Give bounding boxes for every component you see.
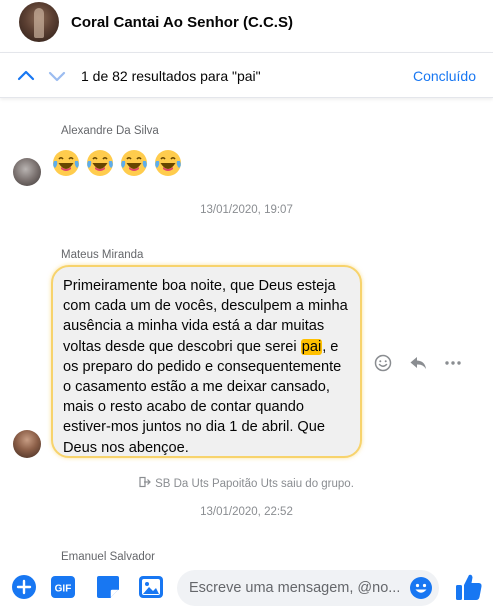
search-result-count: 1 de 82 resultados para "pai"	[81, 68, 261, 84]
avatar[interactable]	[13, 430, 41, 458]
joy-emoji-icon	[121, 150, 147, 176]
more-icon[interactable]	[443, 353, 463, 373]
chevron-down-icon[interactable]	[46, 65, 68, 87]
emoji-message[interactable]	[51, 148, 183, 178]
message-input[interactable]	[189, 570, 399, 606]
chevron-up-icon[interactable]	[15, 65, 37, 87]
emoji-icon[interactable]	[409, 576, 433, 600]
message-text: Primeiramente boa noite, que Deus esteja…	[63, 276, 350, 458]
reply-icon[interactable]	[408, 353, 428, 373]
system-message-text: SB Da Uts Papoitão Uts saiu do grupo.	[155, 478, 354, 490]
message-input-wrapper	[177, 570, 439, 606]
svg-text:GIF: GIF	[55, 584, 72, 595]
plus-circle-icon[interactable]	[11, 574, 37, 600]
leave-group-icon	[139, 476, 151, 488]
chat-header: Coral Cantai Ao Senhor (C.C.S)	[0, 0, 493, 50]
sticker-icon[interactable]	[95, 574, 121, 600]
thumbs-up-icon[interactable]	[455, 572, 483, 602]
joy-emoji-icon	[155, 150, 181, 176]
group-avatar[interactable]	[19, 2, 59, 42]
sender-name: Mateus Miranda	[61, 249, 144, 261]
done-button[interactable]: Concluído	[413, 68, 476, 84]
message-bubble-highlighted[interactable]: Primeiramente boa noite, que Deus esteja…	[51, 265, 362, 458]
message-text-after: , e os preparo do pedido e consequenteme…	[63, 338, 342, 456]
avatar[interactable]	[13, 158, 41, 186]
timestamp: 13/01/2020, 19:07	[200, 204, 293, 216]
gif-icon[interactable]: GIF	[50, 574, 76, 600]
smiley-icon[interactable]	[373, 353, 393, 373]
message-actions	[373, 353, 463, 373]
message-composer: GIF	[0, 562, 493, 613]
joy-emoji-icon	[87, 150, 113, 176]
sender-name: Alexandre Da Silva	[61, 125, 159, 137]
search-results-bar: 1 de 82 resultados para "pai" Concluído	[0, 52, 493, 98]
system-message: SB Da Uts Papoitão Uts saiu do grupo.	[0, 476, 493, 490]
group-title[interactable]: Coral Cantai Ao Senhor (C.C.S)	[71, 14, 293, 31]
joy-emoji-icon	[53, 150, 79, 176]
timestamp: 13/01/2020, 22:52	[200, 506, 293, 518]
search-highlight: pai	[300, 338, 323, 355]
image-icon[interactable]	[138, 574, 164, 600]
